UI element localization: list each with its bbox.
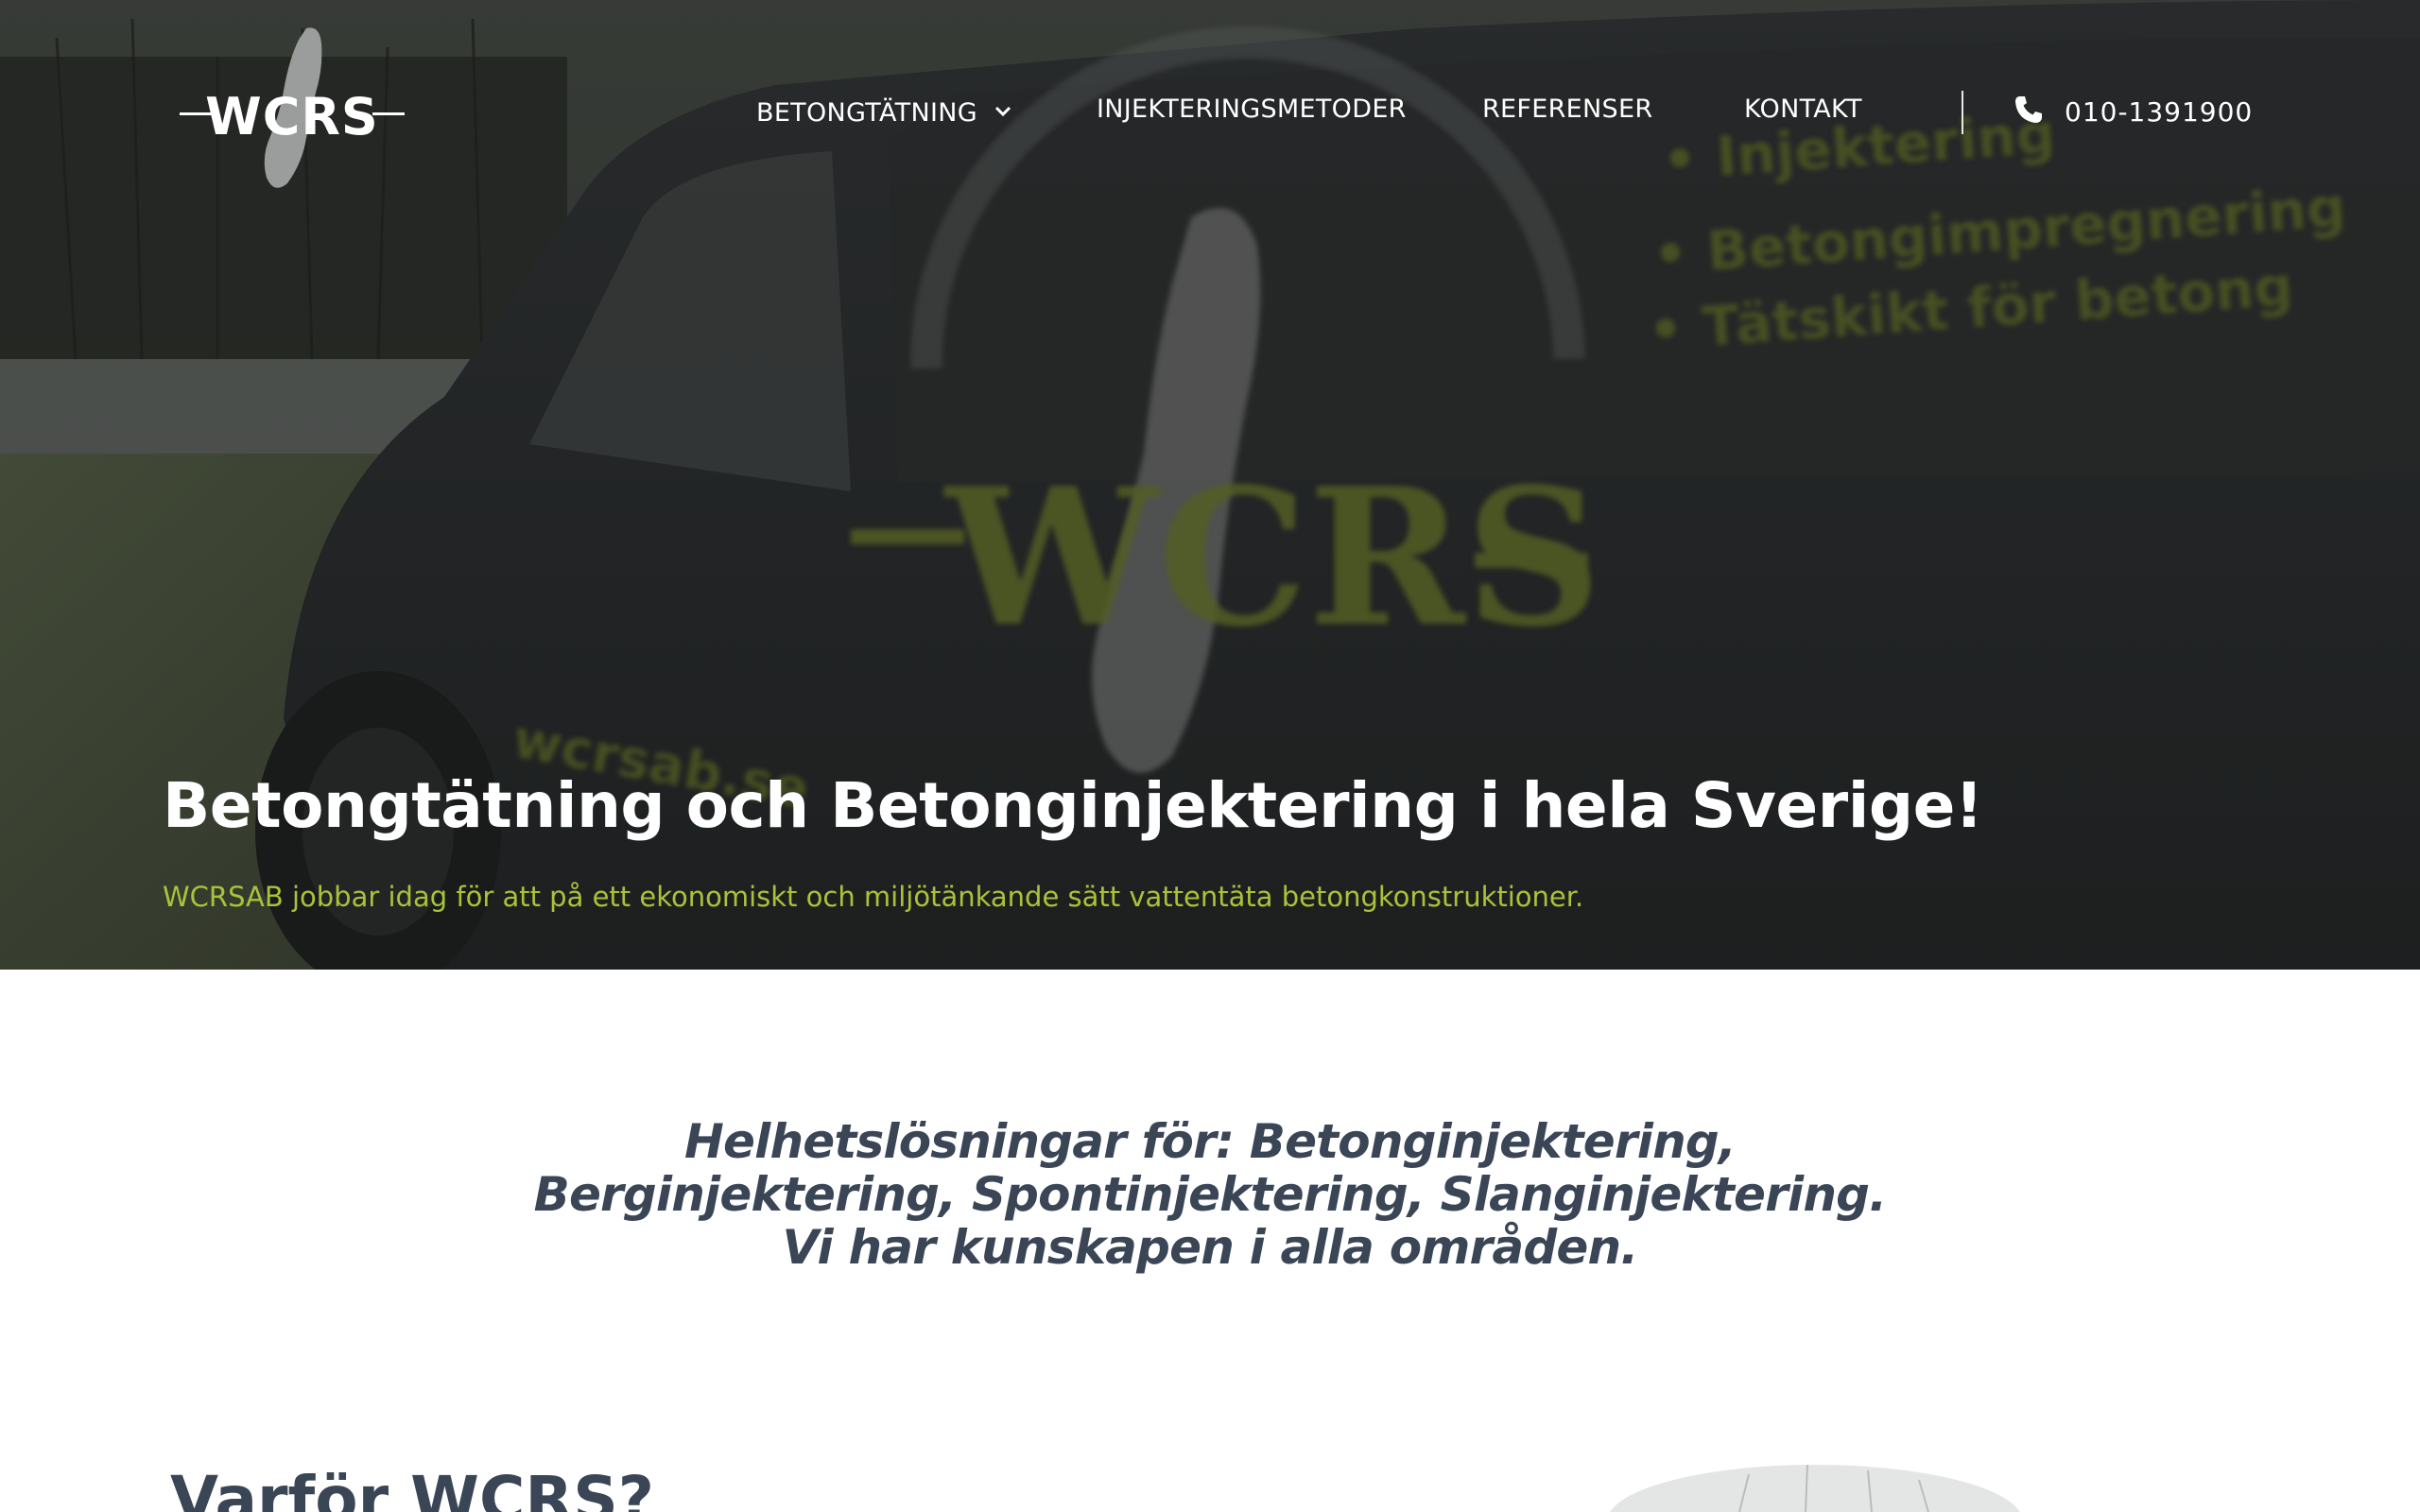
- nav-item-injekteringsmetoder[interactable]: INJEKTERINGSMETODER: [1097, 94, 1407, 124]
- why-wcrs-heading: Varför WCRS?: [170, 1463, 655, 1512]
- snowy-tree-image: [1610, 1464, 2020, 1512]
- nav-item-referenser[interactable]: REFERENSER: [1482, 94, 1652, 124]
- nav-divider: [1962, 91, 1963, 134]
- hero-section: WCRS • Injektering • Betongimpregnering …: [0, 0, 2420, 970]
- nav-item-label: INJEKTERINGSMETODER: [1097, 94, 1407, 124]
- hero-subtitle: WCRSAB jobbar idag för att på ett ekonom…: [163, 881, 1584, 913]
- services-tagline: Helhetslösningar för: Betonginjektering,…: [533, 1114, 1888, 1275]
- chevron-down-icon: [994, 94, 1011, 124]
- nav-item-betongtatning[interactable]: BETONGTÄTNING: [756, 94, 1011, 128]
- phone-number: 010-1391900: [2065, 96, 2254, 128]
- nav-item-label: REFERENSER: [1482, 94, 1653, 124]
- nav-item-label: KONTAKT: [1744, 94, 1862, 124]
- phone-link[interactable]: 010-1391900: [2014, 94, 2253, 132]
- nav-item-label: BETONGTÄTNING: [756, 98, 977, 128]
- site-header: WCRS BETONGTÄTNING INJEKTERINGSMETODER R…: [0, 0, 2420, 227]
- hero-title: Betongtätning och Betonginjektering i he…: [163, 769, 1983, 842]
- phone-icon: [2014, 94, 2044, 125]
- site-logo[interactable]: WCRS: [176, 25, 408, 195]
- logo-text: WCRS: [205, 87, 379, 146]
- nav-item-kontakt[interactable]: KONTAKT: [1744, 94, 1862, 124]
